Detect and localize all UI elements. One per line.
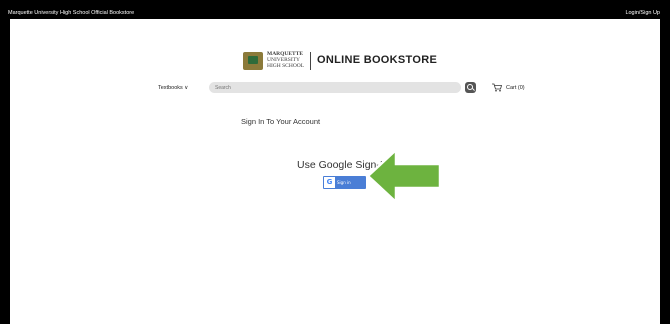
textbooks-dropdown[interactable]: Textbooks ∨ bbox=[158, 85, 188, 91]
top-bar: Marquette University High School Officia… bbox=[0, 7, 670, 19]
left-arrow-icon bbox=[366, 147, 442, 205]
store-name: ONLINE BOOKSTORE bbox=[317, 54, 438, 66]
site-title: Marquette University High School Officia… bbox=[8, 10, 135, 16]
cart-label: Cart (0) bbox=[506, 85, 525, 91]
sign-in-heading: Sign In To Your Account bbox=[241, 117, 321, 126]
google-g-icon: G bbox=[324, 177, 335, 188]
cart-icon bbox=[492, 83, 502, 92]
search-input[interactable] bbox=[215, 83, 445, 92]
store-logo[interactable]: MARQUETTE UNIVERSITY HIGH SCHOOL ONLINE … bbox=[243, 50, 453, 74]
page-content: MARQUETTE UNIVERSITY HIGH SCHOOL ONLINE … bbox=[10, 19, 660, 324]
logo-divider bbox=[310, 52, 311, 70]
screenshot-frame: Marquette University High School Officia… bbox=[0, 0, 670, 324]
search-bar bbox=[209, 82, 461, 93]
school-line-3: HIGH SCHOOL bbox=[267, 63, 305, 69]
school-name: MARQUETTE UNIVERSITY HIGH SCHOOL bbox=[267, 51, 304, 69]
google-sign-in-button[interactable]: G Sign in bbox=[323, 176, 366, 189]
shield-crest-icon bbox=[243, 52, 263, 70]
search-icon[interactable] bbox=[465, 82, 476, 93]
login-signup-link[interactable]: Login/Sign Up bbox=[625, 7, 660, 19]
google-sign-in-label: Sign in bbox=[337, 180, 351, 185]
